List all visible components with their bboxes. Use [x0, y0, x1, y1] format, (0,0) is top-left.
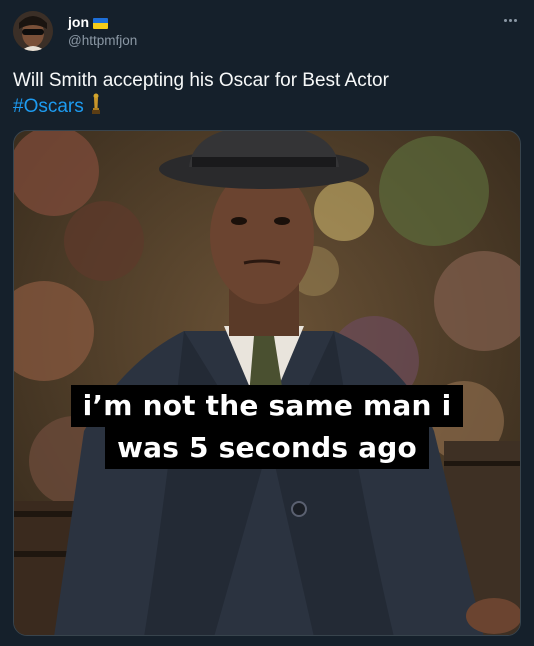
meme-photo — [14, 131, 520, 635]
avatar-image — [13, 11, 53, 51]
caption-line-1: i’m not the same man i — [70, 385, 464, 427]
hashtag-link[interactable]: #Oscars — [13, 96, 84, 117]
tweet-body: Will Smith accepting his Oscar for Best … — [13, 70, 389, 91]
oscar-trophy-icon — [90, 93, 102, 122]
tweet-card: jon @httpmfjon Will Smith accepting his … — [0, 0, 534, 646]
user-handle[interactable]: @httpmfjon — [68, 32, 137, 50]
user-avatar[interactable] — [13, 11, 53, 51]
meme-caption: i’m not the same man i was 5 seconds ago — [14, 385, 520, 469]
more-options-icon[interactable] — [500, 12, 520, 28]
tweet-text: Will Smith accepting his Oscar for Best … — [13, 68, 518, 122]
author-name-row[interactable]: jon — [68, 13, 108, 31]
display-name[interactable]: jon — [68, 13, 89, 31]
tweet-media-image[interactable]: i’m not the same man i was 5 seconds ago — [13, 130, 521, 636]
caption-line-2: was 5 seconds ago — [105, 427, 429, 469]
ukraine-flag-icon — [93, 17, 108, 29]
